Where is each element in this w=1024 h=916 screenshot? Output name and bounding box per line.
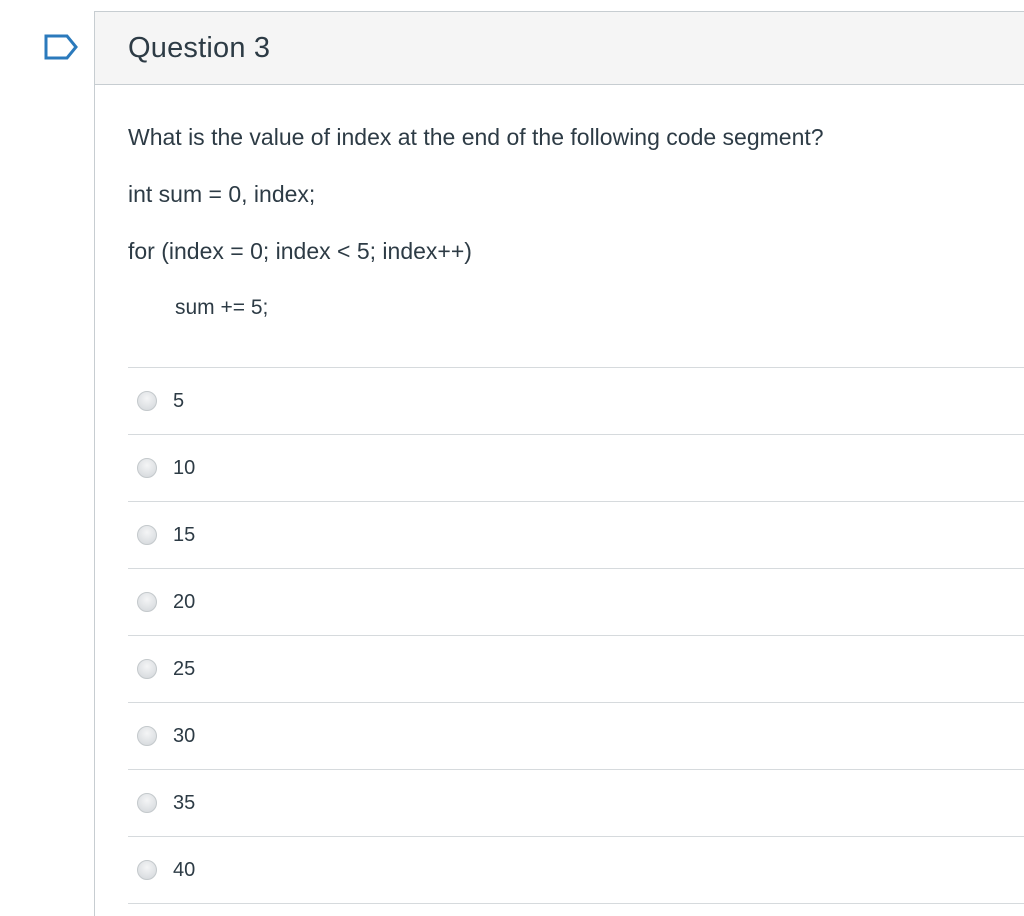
answer-label: 5	[173, 389, 185, 412]
radio-button[interactable]	[137, 659, 157, 679]
answer-label: 20	[173, 590, 196, 613]
question-title: Question 3	[128, 31, 271, 64]
answer-label: 35	[173, 791, 196, 814]
answer-label: 30	[173, 724, 196, 747]
radio-button[interactable]	[137, 525, 157, 545]
code-line-loop-body: sum += 5;	[175, 296, 269, 319]
code-line-declaration: int sum = 0, index;	[128, 181, 316, 207]
answer-option[interactable]: 5	[128, 368, 1024, 435]
answer-option[interactable]: 10	[128, 435, 1024, 502]
radio-button[interactable]	[137, 458, 157, 478]
answer-option[interactable]: 30	[128, 703, 1024, 770]
quiz-page: Question 3 What is the value of index at…	[0, 0, 1024, 916]
answer-list: 5 10 15 20 25 30 35 40	[128, 367, 1024, 904]
radio-button[interactable]	[137, 726, 157, 746]
answer-option[interactable]: 40	[128, 837, 1024, 904]
answer-option[interactable]: 15	[128, 502, 1024, 569]
radio-button[interactable]	[137, 592, 157, 612]
radio-button[interactable]	[137, 860, 157, 880]
answer-label: 40	[173, 858, 196, 881]
answer-label: 10	[173, 456, 196, 479]
flag-question-icon[interactable]	[43, 33, 79, 61]
question-prompt: What is the value of index at the end of…	[128, 124, 824, 150]
answer-label: 15	[173, 523, 196, 546]
answer-option[interactable]: 20	[128, 569, 1024, 636]
code-line-for-loop: for (index = 0; index < 5; index++)	[128, 238, 472, 264]
answer-option[interactable]: 25	[128, 636, 1024, 703]
answer-label: 25	[173, 657, 196, 680]
radio-button[interactable]	[137, 793, 157, 813]
answer-option[interactable]: 35	[128, 770, 1024, 837]
question-container: Question 3 What is the value of index at…	[94, 11, 1024, 916]
radio-button[interactable]	[137, 391, 157, 411]
question-body: What is the value of index at the end of…	[95, 85, 1024, 904]
question-header: Question 3	[95, 12, 1024, 85]
